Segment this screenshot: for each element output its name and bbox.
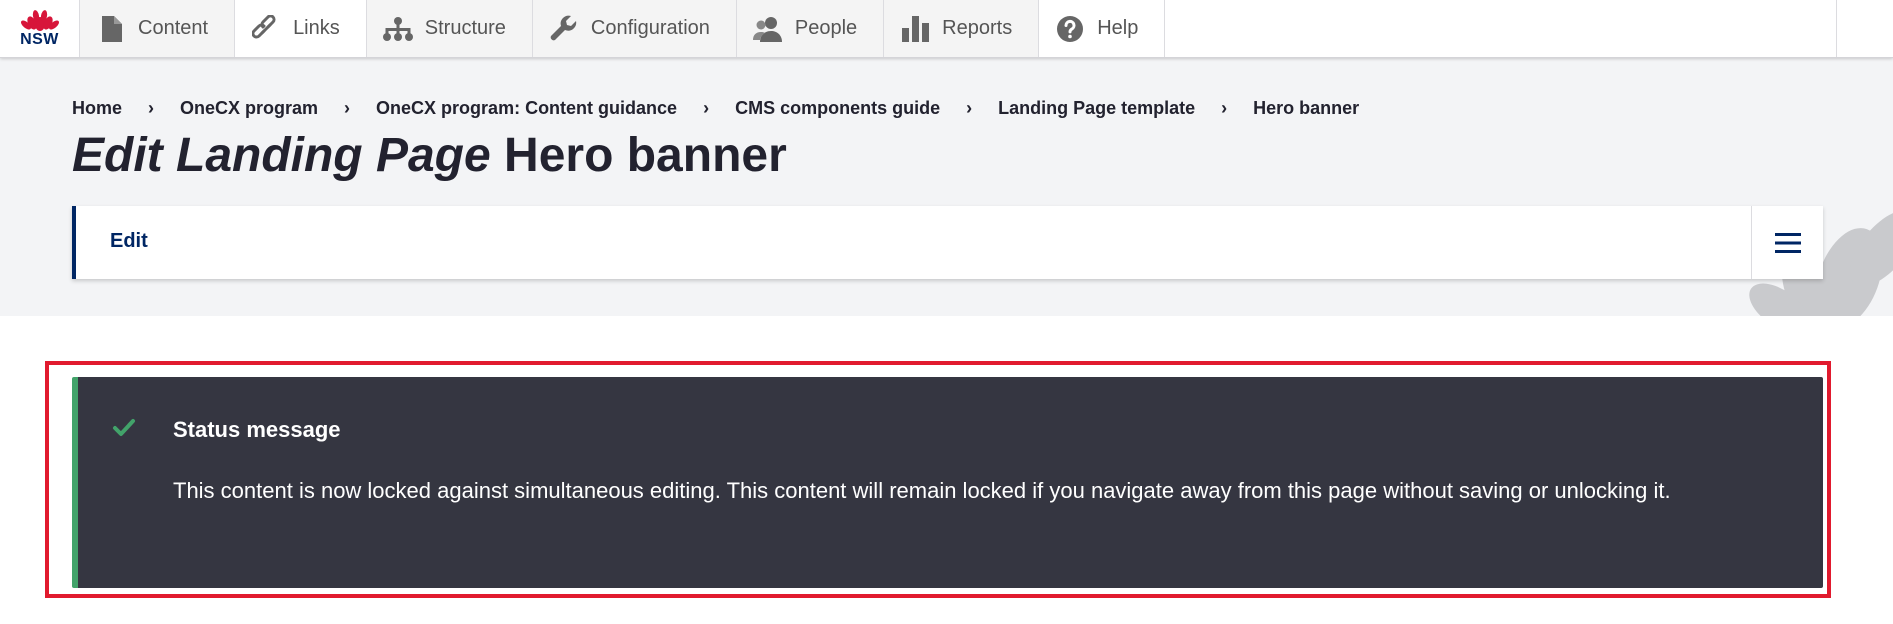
breadcrumb-link[interactable]: CMS components guide [735, 98, 940, 119]
status-text: This content is now locked against simul… [173, 478, 1671, 503]
toolbar-item-people[interactable]: People [736, 0, 885, 57]
toolbar-spacer [1165, 0, 1837, 57]
local-tasks-bar: Edit [72, 206, 1823, 279]
admin-toolbar: NSW Content Links Structure Configuratio… [0, 0, 1893, 58]
sitemap-icon [382, 14, 413, 44]
breadcrumb-link[interactable]: OneCX program: Content guidance [376, 98, 677, 119]
tab-edit[interactable]: Edit [110, 230, 148, 253]
page-title-name: Hero banner [504, 129, 787, 182]
help-icon [1055, 14, 1085, 44]
toolbar-item-configuration[interactable]: Configuration [532, 0, 737, 57]
toolbar-item-label: Help [1097, 17, 1139, 39]
logo-text: NSW [20, 31, 59, 48]
nsw-logo[interactable]: NSW [0, 0, 80, 57]
breadcrumb: Home › OneCX program › OneCX program: Co… [72, 98, 1359, 119]
page-title: Edit Landing Page Hero banner [72, 128, 787, 183]
toolbar-item-label: Configuration [590, 17, 710, 39]
chevron-right-icon: › [966, 98, 973, 118]
breadcrumb-link[interactable]: Home [72, 98, 122, 119]
toolbar-item-label: Links [293, 17, 340, 39]
checkmark-icon [113, 419, 135, 436]
waratah-icon [20, 10, 59, 31]
toolbar-item-links[interactable]: Links [235, 0, 367, 57]
chevron-right-icon: › [1221, 98, 1228, 118]
status-message: Status message This content is now locke… [72, 377, 1823, 588]
chevron-right-icon: › [148, 98, 155, 118]
breadcrumb-link[interactable]: Landing Page template [998, 98, 1195, 119]
chevron-right-icon: › [344, 98, 351, 118]
toolbar-item-reports[interactable]: Reports [884, 0, 1040, 57]
tabs-menu-button[interactable] [1751, 206, 1823, 279]
toolbar-end [1837, 0, 1893, 57]
toolbar-item-label: Structure [424, 17, 506, 39]
toolbar-item-help[interactable]: Help [1039, 0, 1166, 57]
page-title-prefix: Edit Landing Page [72, 129, 491, 182]
people-icon [752, 14, 783, 44]
toolbar-item-content[interactable]: Content [80, 0, 236, 57]
wrench-icon [549, 14, 579, 44]
toolbar-item-label: People [794, 17, 858, 39]
hamburger-menu-icon [1774, 232, 1801, 253]
toolbar-item-structure[interactable]: Structure [366, 0, 533, 57]
status-title: Status message [173, 417, 341, 442]
page-header-region: Home › OneCX program › OneCX program: Co… [0, 58, 1893, 316]
breadcrumb-link[interactable]: OneCX program [180, 98, 318, 119]
link-icon [251, 14, 281, 44]
toolbar-item-label: Reports [942, 17, 1013, 39]
document-icon [96, 14, 126, 44]
bar-chart-icon [900, 14, 930, 44]
chevron-right-icon: › [703, 98, 710, 118]
breadcrumb-current[interactable]: Hero banner [1253, 98, 1359, 119]
toolbar-item-label: Content [138, 17, 209, 39]
